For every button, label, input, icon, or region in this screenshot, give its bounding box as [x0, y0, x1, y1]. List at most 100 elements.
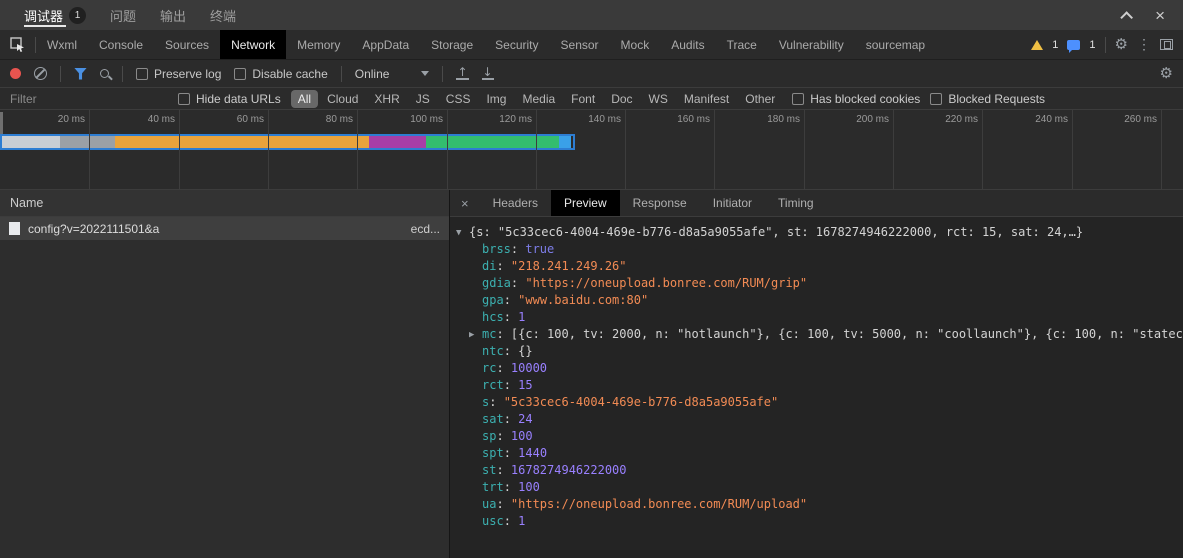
timeline-tick-label: 160 ms [652, 114, 710, 125]
tab-audits[interactable]: Audits [660, 30, 715, 59]
preserve-log-checkbox[interactable]: Preserve log [136, 67, 221, 81]
clear-button[interactable] [34, 67, 47, 80]
json-entry-rct[interactable]: rct: 15 [469, 377, 1177, 394]
disable-cache-checkbox[interactable]: Disable cache [234, 67, 327, 81]
window-tab-调试器[interactable]: 调试器1 [12, 0, 98, 30]
detail-tab-headers[interactable]: Headers [480, 190, 551, 216]
detail-tab-initiator[interactable]: Initiator [700, 190, 765, 216]
window-tab-终端[interactable]: 终端 [198, 0, 248, 30]
expand-arrow-icon[interactable]: ▶ [469, 327, 482, 343]
window-close-icon[interactable]: × [1155, 7, 1165, 24]
detail-close-icon[interactable]: × [450, 190, 480, 216]
json-entry-ntc[interactable]: ntc: {} [469, 343, 1177, 360]
json-entry-ua[interactable]: ua: "https://oneupload.bonree.com/RUM/up… [469, 496, 1177, 513]
expander-spacer [469, 361, 482, 377]
tab-storage[interactable]: Storage [420, 30, 484, 59]
json-colon: : [496, 361, 510, 375]
hide-data-urls-checkbox[interactable]: Hide data URLs [178, 92, 281, 106]
json-entry-trt[interactable]: trt: 100 [469, 479, 1177, 496]
expander-spacer [469, 480, 482, 496]
type-filter-all[interactable]: All [291, 90, 318, 108]
type-filter-manifest[interactable]: Manifest [677, 90, 736, 108]
tab-mock[interactable]: Mock [610, 30, 661, 59]
timeline-gridline [89, 110, 90, 189]
detail-tab-preview[interactable]: Preview [551, 190, 620, 216]
json-entry-brss[interactable]: brss: true [469, 241, 1177, 258]
tab-network[interactable]: Network [220, 30, 286, 59]
type-filter-font[interactable]: Font [564, 90, 602, 108]
json-entry-rc[interactable]: rc: 10000 [469, 360, 1177, 377]
detail-tab-bar: × HeadersPreviewResponseInitiatorTiming [450, 190, 1183, 217]
json-entry-gpa[interactable]: gpa: "www.baidu.com:80" [469, 292, 1177, 309]
blocked-requests-checkbox[interactable]: Blocked Requests [930, 92, 1045, 106]
detail-tab-response[interactable]: Response [620, 190, 700, 216]
inspect-element-button[interactable] [0, 37, 35, 52]
devtools-right-cluster: 1 1 ⚙ ⋮ [1031, 36, 1183, 53]
import-har-icon[interactable]: ↑ [456, 67, 468, 80]
message-icon[interactable] [1067, 40, 1080, 50]
warning-icon[interactable] [1031, 40, 1043, 50]
json-entry-usc[interactable]: usc: 1 [469, 513, 1177, 530]
tab-security[interactable]: Security [484, 30, 549, 59]
timeline-gridline [893, 110, 894, 189]
timeline-tick-label: 240 ms [1010, 114, 1068, 125]
type-filter-doc[interactable]: Doc [604, 90, 639, 108]
timeline-tick-label: 80 ms [295, 114, 353, 125]
json-entry-hcs[interactable]: hcs: 1 [469, 309, 1177, 326]
tab-sourcemap[interactable]: sourcemap [855, 30, 936, 59]
more-menu-icon[interactable]: ⋮ [1137, 36, 1151, 53]
tab-console[interactable]: Console [88, 30, 154, 59]
type-filter-img[interactable]: Img [479, 90, 513, 108]
record-button[interactable] [10, 68, 21, 79]
filter-input[interactable] [10, 92, 168, 106]
tab-appdata[interactable]: AppData [351, 30, 420, 59]
type-filter-media[interactable]: Media [515, 90, 562, 108]
network-overview-timeline[interactable]: 20 ms40 ms60 ms80 ms100 ms120 ms140 ms16… [0, 110, 1183, 190]
json-entry-sat[interactable]: sat: 24 [469, 411, 1177, 428]
network-settings-gear-icon[interactable]: ⚙ [1160, 66, 1173, 81]
tab-vulnerability[interactable]: Vulnerability [768, 30, 855, 59]
tab-sources[interactable]: Sources [154, 30, 220, 59]
expand-arrow-icon[interactable]: ▼ [456, 225, 469, 241]
type-filter-js[interactable]: JS [409, 90, 437, 108]
filter-toggle-icon[interactable] [74, 68, 87, 80]
type-filter-xhr[interactable]: XHR [367, 90, 406, 108]
tab-wxml[interactable]: Wxml [36, 30, 88, 59]
type-filter-cloud[interactable]: Cloud [320, 90, 365, 108]
window-tab-问题[interactable]: 问题 [98, 0, 148, 30]
json-entry-mc[interactable]: ▶mc: [{c: 100, tv: 2000, n: "hotlaunch"}… [469, 326, 1177, 343]
export-har-icon[interactable]: ↓ [482, 67, 494, 80]
has-blocked-cookies-label: Has blocked cookies [810, 92, 920, 106]
json-root-line[interactable]: ▼{s: "5c33cec6-4004-469e-b776-d8a5a9055a… [456, 224, 1177, 241]
collapse-icon[interactable] [1120, 11, 1133, 24]
json-entry-di[interactable]: di: "218.241.249.26" [469, 258, 1177, 275]
detail-tab-timing[interactable]: Timing [765, 190, 827, 216]
json-colon: : [496, 429, 510, 443]
json-key: mc [482, 327, 496, 341]
request-row[interactable]: config?v=2022111501&a ecd... [0, 217, 449, 240]
dock-window-icon[interactable] [1160, 39, 1173, 50]
tab-sensor[interactable]: Sensor [550, 30, 610, 59]
has-blocked-cookies-checkbox[interactable]: Has blocked cookies [792, 92, 920, 106]
tab-trace[interactable]: Trace [716, 30, 768, 59]
json-key: ua [482, 497, 496, 511]
type-filter-other[interactable]: Other [738, 90, 782, 108]
timeline-tick-label: 180 ms [742, 114, 800, 125]
json-value-number: 10000 [511, 361, 547, 375]
json-colon: : [504, 480, 518, 494]
type-filter-css[interactable]: CSS [439, 90, 478, 108]
tab-memory[interactable]: Memory [286, 30, 351, 59]
json-entry-gdia[interactable]: gdia: "https://oneupload.bonree.com/RUM/… [469, 275, 1177, 292]
timeline-gridline [1072, 110, 1073, 189]
throttling-dropdown[interactable]: Online [355, 67, 430, 81]
search-icon[interactable] [100, 69, 109, 78]
json-value-string: "https://oneupload.bonree.com/RUM/grip" [525, 276, 807, 290]
window-tab-输出[interactable]: 输出 [148, 0, 198, 30]
json-entry-spt[interactable]: spt: 1440 [469, 445, 1177, 462]
json-entry-s[interactable]: s: "5c33cec6-4004-469e-b776-d8a5a9055afe… [469, 394, 1177, 411]
type-filter-ws[interactable]: WS [642, 90, 675, 108]
json-entry-st[interactable]: st: 1678274946222000 [469, 462, 1177, 479]
json-entry-sp[interactable]: sp: 100 [469, 428, 1177, 445]
name-column-header[interactable]: Name [0, 190, 449, 217]
settings-gear-icon[interactable]: ⚙ [1115, 37, 1128, 52]
